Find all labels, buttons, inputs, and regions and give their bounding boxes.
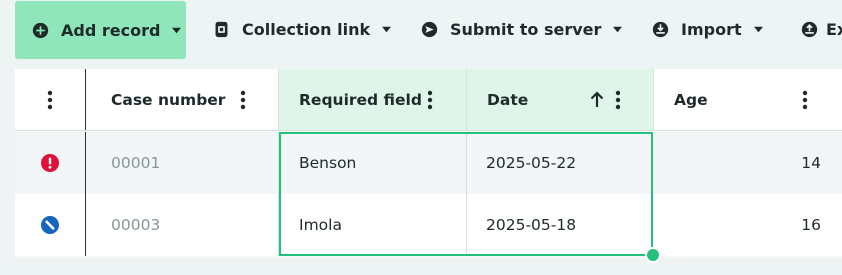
send-icon — [421, 21, 438, 37]
kebab-menu-icon[interactable] — [427, 90, 433, 110]
column-header-label: Required field — [299, 90, 422, 109]
fill-handle[interactable] — [645, 247, 661, 263]
collection-link-button[interactable]: Collection link — [213, 0, 392, 58]
case-number-cell[interactable]: 00001 — [91, 132, 278, 194]
caret-down-icon — [382, 26, 392, 32]
add-record-button[interactable]: Add record — [15, 1, 186, 59]
kebab-menu-icon[interactable] — [615, 90, 621, 110]
column-header-age[interactable]: Age — [654, 69, 842, 130]
required-field-cell[interactable]: Benson — [279, 132, 466, 194]
row-status-cell[interactable] — [15, 194, 85, 256]
column-header-label: Date — [487, 90, 529, 109]
kebab-menu-icon[interactable] — [802, 90, 808, 110]
plus-circle-icon — [32, 22, 49, 38]
column-divider — [85, 132, 86, 194]
column-divider — [85, 69, 86, 130]
row-actions-header — [15, 69, 85, 130]
date-cell[interactable]: 2025-05-22 — [467, 132, 653, 194]
required-field-cell[interactable]: Imola — [279, 194, 466, 256]
case-number-cell[interactable]: 00003 — [91, 194, 278, 256]
export-button[interactable]: Ex — [801, 0, 842, 58]
kebab-menu-icon[interactable] — [240, 90, 246, 110]
export-label: Ex — [826, 19, 842, 39]
add-record-label: Add record — [61, 20, 161, 40]
caret-down-icon — [753, 26, 763, 32]
import-button[interactable]: Import — [652, 0, 763, 58]
kebab-menu-icon[interactable] — [47, 90, 53, 110]
import-label: Import — [681, 19, 742, 39]
table-row[interactable]: 00003 Imola 2025-05-18 16 — [15, 194, 842, 256]
column-header-case-number[interactable]: Case number — [91, 69, 278, 130]
data-grid: Case number Required field Date Age 0000… — [15, 69, 842, 263]
column-header-label: Age — [674, 90, 708, 109]
error-icon — [41, 154, 59, 172]
column-header-label: Case number — [111, 90, 226, 109]
caret-down-icon — [172, 27, 182, 33]
submit-to-server-button[interactable]: Submit to server — [421, 0, 623, 58]
qr-code-icon — [215, 21, 228, 37]
date-cell[interactable]: 2025-05-18 — [467, 194, 653, 256]
import-icon — [652, 21, 669, 37]
column-divider — [85, 194, 86, 256]
age-cell[interactable]: 14 — [654, 132, 842, 194]
age-cell[interactable]: 16 — [654, 194, 842, 256]
row-status-cell[interactable] — [15, 132, 85, 194]
table-row[interactable]: 00001 Benson 2025-05-22 14 — [15, 132, 842, 194]
column-header-date[interactable]: Date — [467, 69, 653, 130]
submit-to-server-label: Submit to server — [450, 19, 602, 39]
toolbar: Add record Collection link Submit to ser… — [0, 0, 842, 60]
sort-ascending-icon[interactable] — [590, 91, 604, 108]
column-header-required-field[interactable]: Required field — [279, 69, 466, 130]
header-row: Case number Required field Date Age — [15, 69, 842, 131]
caret-down-icon — [613, 26, 623, 32]
collection-link-label: Collection link — [242, 19, 371, 39]
export-icon — [801, 21, 818, 37]
blocked-icon — [41, 216, 59, 234]
